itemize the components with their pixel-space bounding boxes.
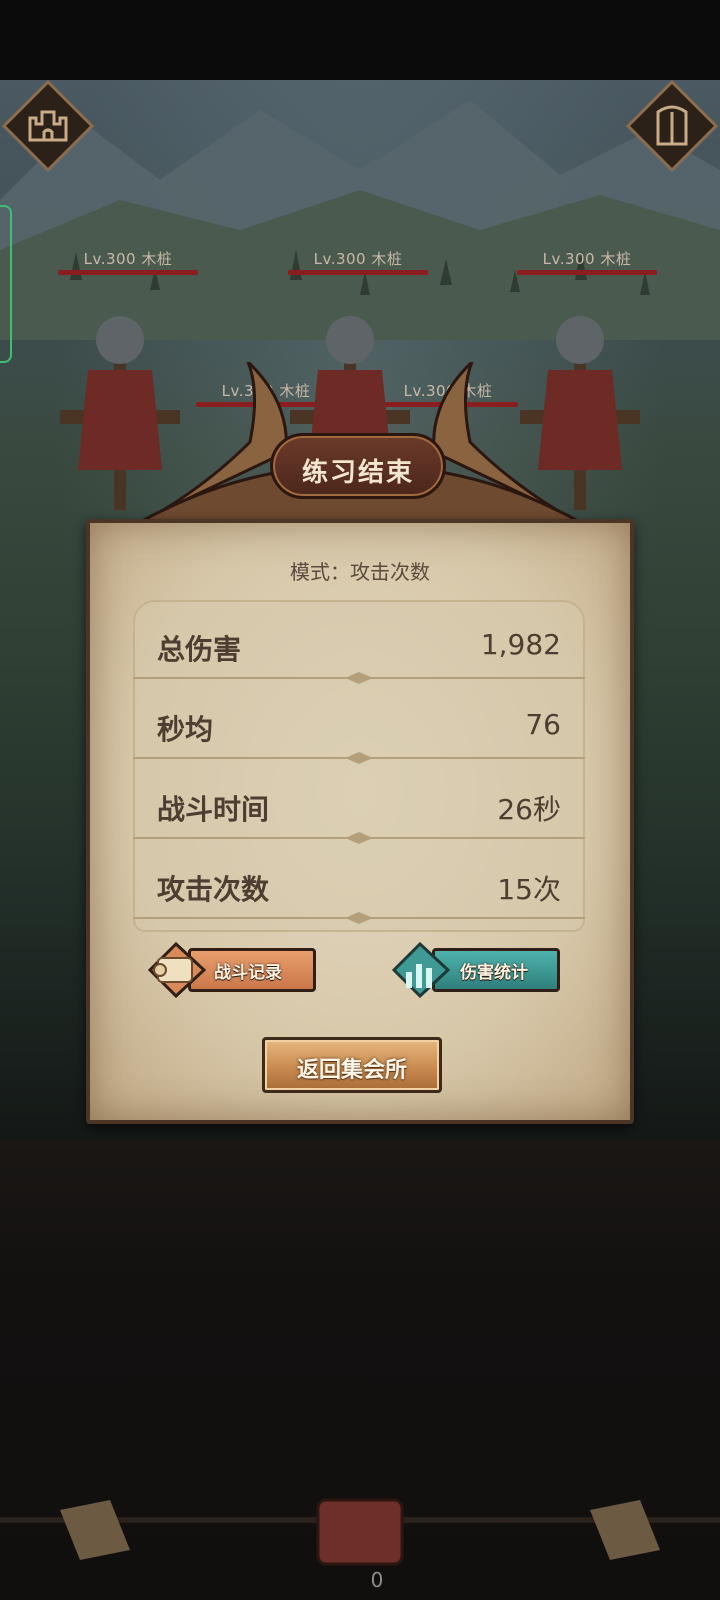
- stat-row-dps: 秒均 76: [133, 684, 585, 764]
- mode-label: 模式：攻击次数: [290, 560, 430, 584]
- damage-stats-label: 伤害统计: [460, 963, 528, 983]
- stat-row-battle-time: 战斗时间 26秒: [133, 764, 585, 844]
- top-status-bar: [0, 0, 720, 80]
- door-button[interactable]: [624, 78, 720, 174]
- book-icon: [590, 1500, 660, 1560]
- battle-log-label: 战斗记录: [214, 963, 282, 983]
- enemy-2-label: Lv.300 木桩: [313, 250, 403, 268]
- stat-value: 76: [525, 708, 561, 741]
- stat-divider: [133, 832, 585, 844]
- door-icon: [625, 79, 719, 173]
- map-icon: [60, 1500, 130, 1560]
- dialog-title: 练习结束: [301, 458, 414, 488]
- stat-divider: [133, 752, 585, 764]
- stat-row-attack-count: 攻击次数 15次: [133, 844, 585, 924]
- enemy-3-hp-bar: [517, 270, 657, 275]
- castle-icon: [1, 79, 95, 173]
- stat-value: 1,982: [480, 628, 561, 661]
- treasure-chest-icon: [316, 1498, 404, 1566]
- stat-value: 15次: [497, 873, 561, 906]
- bottom-bar: [0, 1498, 720, 1566]
- castle-button[interactable]: [0, 78, 96, 174]
- stat-label: 总伤害: [157, 633, 242, 666]
- enemy-1-hp-bar: [58, 270, 198, 275]
- stat-label: 战斗时间: [157, 793, 270, 826]
- damage-stats-button[interactable]: 伤害统计: [392, 942, 564, 998]
- enemy-3-label: Lv.300 木桩: [542, 250, 632, 268]
- enemy-2-hp-bar: [288, 270, 428, 275]
- return-button-label: 返回集会所: [296, 1058, 407, 1083]
- stat-value: 26秒: [497, 793, 561, 826]
- bottom-counter: 0: [370, 1568, 384, 1592]
- side-panel-tab[interactable]: [0, 205, 12, 363]
- stat-row-total-damage: 总伤害 1,982: [133, 604, 585, 684]
- stat-label: 秒均: [157, 713, 214, 746]
- stat-divider: [133, 912, 585, 924]
- battle-log-button[interactable]: 战斗记录: [148, 942, 320, 998]
- scroll-icon: [148, 942, 207, 998]
- stat-divider: [133, 672, 585, 684]
- bar-chart-icon: [392, 942, 451, 998]
- enemy-1-label: Lv.300 木桩: [83, 250, 173, 268]
- stat-label: 攻击次数: [157, 873, 270, 906]
